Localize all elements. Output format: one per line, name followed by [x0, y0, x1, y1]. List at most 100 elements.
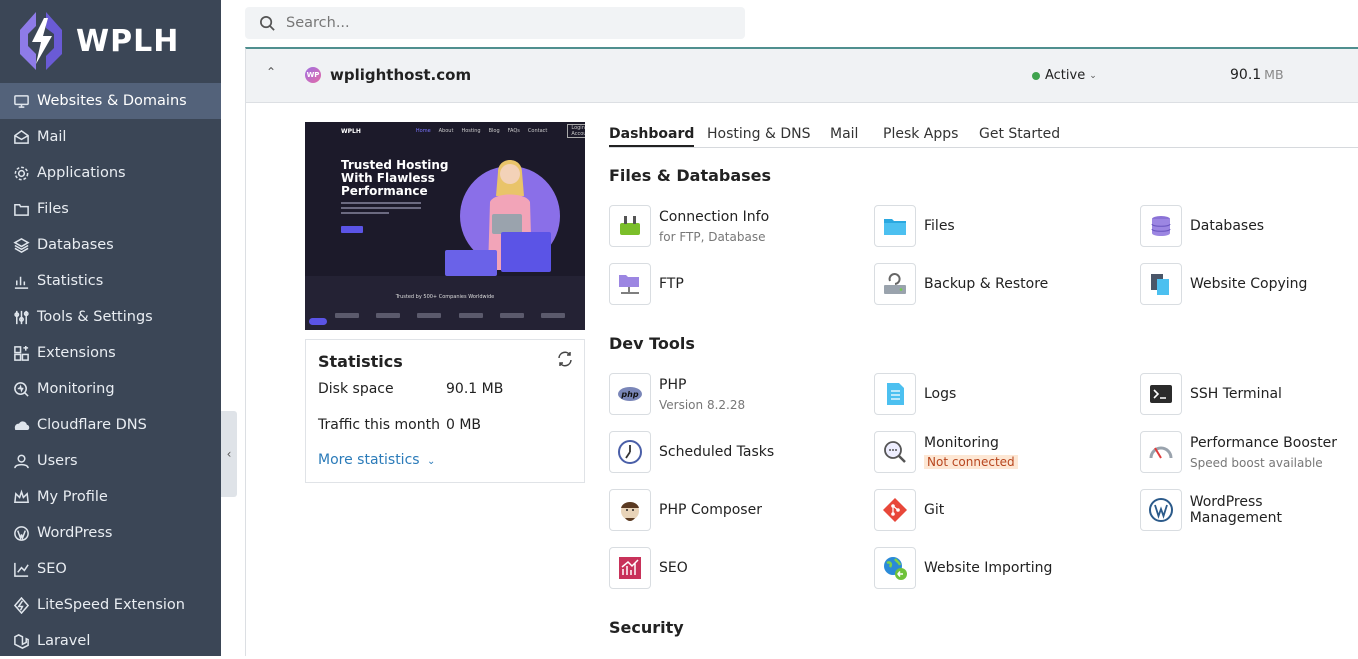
sidebar-item-statistics[interactable]: Statistics	[0, 263, 221, 299]
tool-label: Databases	[1190, 218, 1265, 234]
tool-label: Connection Info	[659, 208, 770, 225]
content-divider	[245, 103, 246, 656]
more-statistics-label: More statistics	[318, 452, 420, 468]
tool-backup-restore[interactable]: Backup & Restore	[874, 263, 1048, 305]
sidebar-nav: Websites & Domains Mail Applications Fil…	[0, 83, 221, 659]
tool-label: Files	[924, 218, 955, 234]
preview-card	[501, 232, 551, 272]
website-preview[interactable]: WPLH Home About Hosting Blog FAQs Contac…	[305, 122, 585, 330]
tool-files[interactable]: Files	[874, 205, 955, 247]
tool-logs[interactable]: Logs	[874, 373, 956, 415]
tab-dashboard[interactable]: Dashboard	[609, 126, 695, 147]
sidebar: WPLH Websites & Domains Mail Application…	[0, 0, 221, 656]
git-icon	[883, 498, 907, 522]
tool-website-importing[interactable]: Website Importing	[874, 547, 1052, 589]
bar-chart-icon	[12, 272, 30, 290]
tool-label: Backup & Restore	[924, 276, 1049, 292]
more-statistics-link[interactable]: More statistics ⌄	[318, 452, 435, 468]
preview-nav-item: About	[438, 128, 454, 134]
tool-seo[interactable]: SEO	[609, 547, 688, 589]
tool-php-composer[interactable]: PHP Composer	[609, 489, 762, 531]
refresh-icon[interactable]	[556, 350, 574, 368]
crown-icon	[12, 488, 30, 506]
tool-label: FTP	[659, 276, 684, 292]
tool-connection-info[interactable]: Connection Info for FTP, Database	[609, 205, 769, 247]
status-dot-icon	[1032, 71, 1040, 80]
sidebar-item-my-profile[interactable]: My Profile	[0, 479, 221, 515]
tool-ssh-terminal[interactable]: SSH Terminal	[1140, 373, 1282, 415]
domain-row[interactable]: ⌃ WP wplighthost.com Active ⌄ 90.1 MB	[245, 47, 1358, 103]
sidebar-item-applications[interactable]: Applications	[0, 155, 221, 191]
tool-git[interactable]: Git	[874, 489, 944, 531]
tool-label: PHP	[659, 376, 687, 393]
sidebar-collapse-handle[interactable]: ‹	[221, 411, 237, 497]
sidebar-item-mail[interactable]: Mail	[0, 119, 221, 155]
tool-performance-booster[interactable]: Performance Booster Speed boost availabl…	[1140, 431, 1337, 473]
sidebar-item-label: Applications	[37, 165, 126, 181]
domain-tabs: Dashboard Hosting & DNS Mail Plesk Apps …	[609, 124, 1358, 148]
top-bar	[245, 0, 1358, 47]
sidebar-item-litespeed[interactable]: LiteSpeed Extension	[0, 587, 221, 623]
section-dev-tools: Dev Tools	[609, 334, 695, 353]
tab-hosting-dns[interactable]: Hosting & DNS	[707, 126, 810, 142]
domain-disk-usage: 90.1 MB	[1230, 67, 1284, 83]
tool-php[interactable]: php PHP Version 8.2.28	[609, 373, 745, 415]
tool-sublabel: Speed boost available	[1190, 455, 1323, 470]
sidebar-item-monitoring[interactable]: Monitoring	[0, 371, 221, 407]
search-input[interactable]	[286, 15, 706, 31]
tool-sublabel: for FTP, Database	[659, 229, 766, 244]
tool-scheduled-tasks[interactable]: Scheduled Tasks	[609, 431, 774, 473]
sidebar-item-websites-domains[interactable]: Websites & Domains	[0, 83, 221, 119]
preview-trusted-strip	[305, 276, 585, 330]
sidebar-item-label: My Profile	[37, 489, 108, 505]
tool-website-copying[interactable]: Website Copying	[1140, 263, 1307, 305]
status-label: Active	[1045, 68, 1086, 83]
preview-nav-item: Contact	[527, 128, 548, 134]
preview-logo: WPLH	[341, 127, 361, 135]
tab-get-started[interactable]: Get Started	[979, 126, 1060, 142]
tab-mail[interactable]: Mail	[830, 126, 858, 142]
preview-nav-item: Hosting	[461, 128, 481, 134]
sidebar-item-tools-settings[interactable]: Tools & Settings	[0, 299, 221, 335]
monitor-icon	[12, 92, 30, 110]
preview-nav: WPLH Home About Hosting Blog FAQs Contac…	[311, 124, 585, 138]
tool-label: Monitoring	[924, 434, 999, 451]
sidebar-item-databases[interactable]: Databases	[0, 227, 221, 263]
stat-row-traffic: Traffic this month 0 MB	[318, 417, 481, 433]
domain-status[interactable]: Active ⌄	[1032, 68, 1097, 83]
brand-name: WPLH	[76, 23, 180, 59]
stat-label: Disk space	[318, 381, 394, 397]
tool-label: Logs	[924, 386, 957, 402]
tab-plesk-apps[interactable]: Plesk Apps	[883, 126, 958, 142]
speedometer-icon	[1149, 446, 1173, 459]
preview-pill	[309, 318, 327, 325]
sidebar-item-extensions[interactable]: Extensions	[0, 335, 221, 371]
sidebar-item-files[interactable]: Files	[0, 191, 221, 227]
plug-icon	[620, 216, 640, 235]
folder-icon	[12, 200, 30, 218]
status-badge: Not connected	[924, 454, 1018, 469]
sidebar-item-seo[interactable]: SEO	[0, 551, 221, 587]
sidebar-item-label: Cloudflare DNS	[37, 417, 147, 433]
sidebar-item-label: Databases	[37, 237, 114, 253]
sidebar-item-wordpress[interactable]: WordPress	[0, 515, 221, 551]
sidebar-item-laravel[interactable]: Laravel	[0, 623, 221, 659]
tool-wordpress-management[interactable]: WordPress Management	[1140, 489, 1358, 531]
sidebar-item-cloudflare-dns[interactable]: Cloudflare DNS	[0, 407, 221, 443]
tool-ftp[interactable]: FTP	[609, 263, 684, 305]
tool-label: Git	[924, 502, 945, 518]
layers-icon	[12, 236, 30, 254]
tool-databases[interactable]: Databases	[1140, 205, 1264, 247]
chevron-down-icon: ⌄	[427, 456, 436, 467]
search-box[interactable]	[245, 7, 745, 39]
brand-logo[interactable]: WPLH	[14, 8, 179, 74]
wordpress-icon	[1148, 498, 1173, 522]
chevron-up-icon[interactable]: ⌃	[266, 65, 276, 79]
sidebar-item-users[interactable]: Users	[0, 443, 221, 479]
domain-name[interactable]: wplighthost.com	[330, 66, 471, 84]
gear-icon	[12, 164, 30, 182]
monitoring-search-icon	[884, 441, 906, 463]
tool-monitoring[interactable]: Monitoring Not connected	[874, 431, 1018, 473]
stat-value: 90.1 MB	[446, 381, 504, 397]
preview-card	[445, 250, 497, 276]
